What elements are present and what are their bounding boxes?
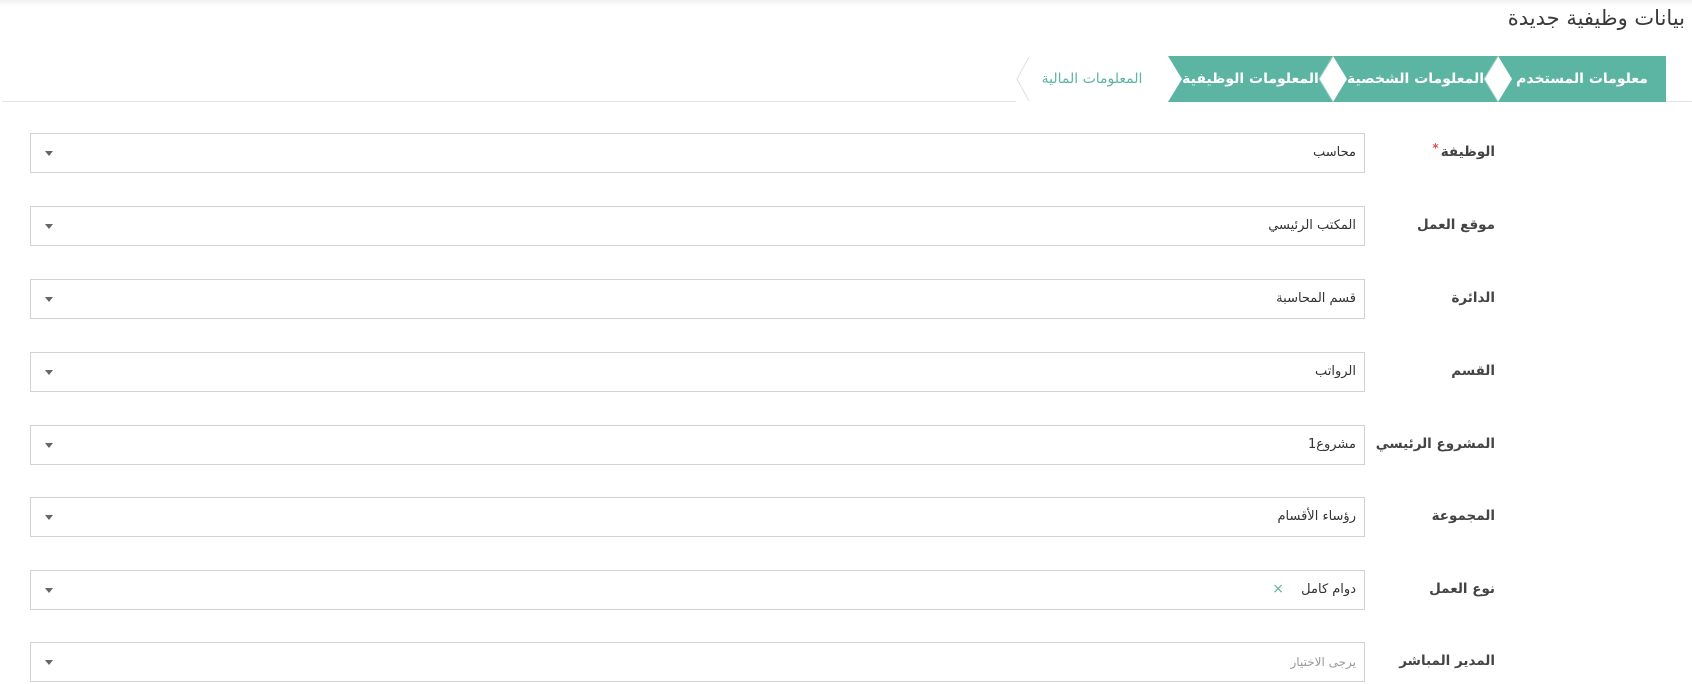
clear-icon[interactable]: ×	[1272, 581, 1284, 597]
form-row-group: المجموعة رؤساء الأقسام	[0, 497, 1692, 539]
wizard-steps: معلومات المستخدم المعلومات الشخصية المعل…	[1016, 56, 1666, 102]
wizard-step-label: المعلومات الشخصية	[1346, 71, 1485, 87]
section-select[interactable]: الرواتب	[30, 352, 1365, 392]
caret-down-icon	[45, 224, 53, 229]
select-value: محاسب	[1313, 145, 1356, 160]
form-row-work-type: نوع العمل دوام كامل ×	[0, 570, 1692, 612]
wizard-step-personal-info[interactable]: المعلومات الشخصية	[1333, 56, 1498, 102]
caret-down-icon	[45, 151, 53, 156]
select-value: الرواتب	[1314, 364, 1356, 379]
field-label-work-type: نوع العمل	[1429, 581, 1495, 597]
wizard-step-label: معلومات المستخدم	[1516, 71, 1648, 87]
caret-down-icon	[45, 297, 53, 302]
main-project-select[interactable]: مشروع1	[30, 425, 1365, 465]
direct-manager-select[interactable]: يرجى الاختيار	[30, 642, 1365, 682]
wizard-step-user-info[interactable]: معلومات المستخدم	[1498, 56, 1666, 102]
field-label-text: الوظيفة	[1440, 144, 1495, 160]
wizard-step-label: المعلومات الوظيفية	[1182, 71, 1319, 87]
select-value: المكتب الرئيسي	[1268, 218, 1356, 233]
wizard-step-label: المعلومات المالية	[1041, 71, 1143, 87]
job-select[interactable]: محاسب	[30, 133, 1365, 173]
form-row-direct-manager: المدير المباشر يرجى الاختيار	[0, 642, 1692, 684]
select-value: قسم المحاسبة	[1276, 291, 1356, 306]
top-shadow	[0, 0, 1692, 6]
work-type-select[interactable]: دوام كامل ×	[30, 570, 1365, 610]
caret-down-icon	[45, 370, 53, 375]
select-value: مشروع1	[1307, 437, 1356, 452]
group-select[interactable]: رؤساء الأقسام	[30, 497, 1365, 537]
select-placeholder: يرجى الاختيار	[1290, 655, 1356, 669]
form-row-main-project: المشروع الرئيسي مشروع1	[0, 425, 1692, 467]
select-value: رؤساء الأقسام	[1277, 509, 1356, 524]
caret-down-icon	[45, 515, 53, 520]
field-label-job: الوظيفة*	[1432, 141, 1495, 160]
form-row-job: الوظيفة* محاسب	[0, 133, 1692, 175]
work-location-select[interactable]: المكتب الرئيسي	[30, 206, 1365, 246]
field-label-group: المجموعة	[1431, 508, 1495, 524]
field-label-main-project: المشروع الرئيسي	[1375, 436, 1495, 452]
field-label-direct-manager: المدير المباشر	[1399, 653, 1495, 669]
wizard-step-financial-info[interactable]: المعلومات المالية	[1016, 56, 1168, 102]
caret-down-icon	[45, 588, 53, 593]
caret-down-icon	[45, 443, 53, 448]
required-asterisk: *	[1432, 141, 1439, 155]
form-row-section: القسم الرواتب	[0, 352, 1692, 394]
page: بيانات وظيفية جديدة معلومات المستخدم الم…	[0, 0, 1692, 684]
department-select[interactable]: قسم المحاسبة	[30, 279, 1365, 319]
page-title: بيانات وظيفية جديدة	[1507, 6, 1686, 30]
form-row-work-location: موقع العمل المكتب الرئيسي	[0, 206, 1692, 248]
field-label-department: الدائرة	[1451, 290, 1495, 306]
caret-down-icon	[45, 660, 53, 665]
select-value: دوام كامل	[1301, 582, 1356, 597]
field-label-section: القسم	[1451, 363, 1495, 379]
wizard-step-job-info[interactable]: المعلومات الوظيفية	[1168, 56, 1333, 102]
form-row-department: الدائرة قسم المحاسبة	[0, 279, 1692, 321]
field-label-work-location: موقع العمل	[1416, 217, 1495, 233]
